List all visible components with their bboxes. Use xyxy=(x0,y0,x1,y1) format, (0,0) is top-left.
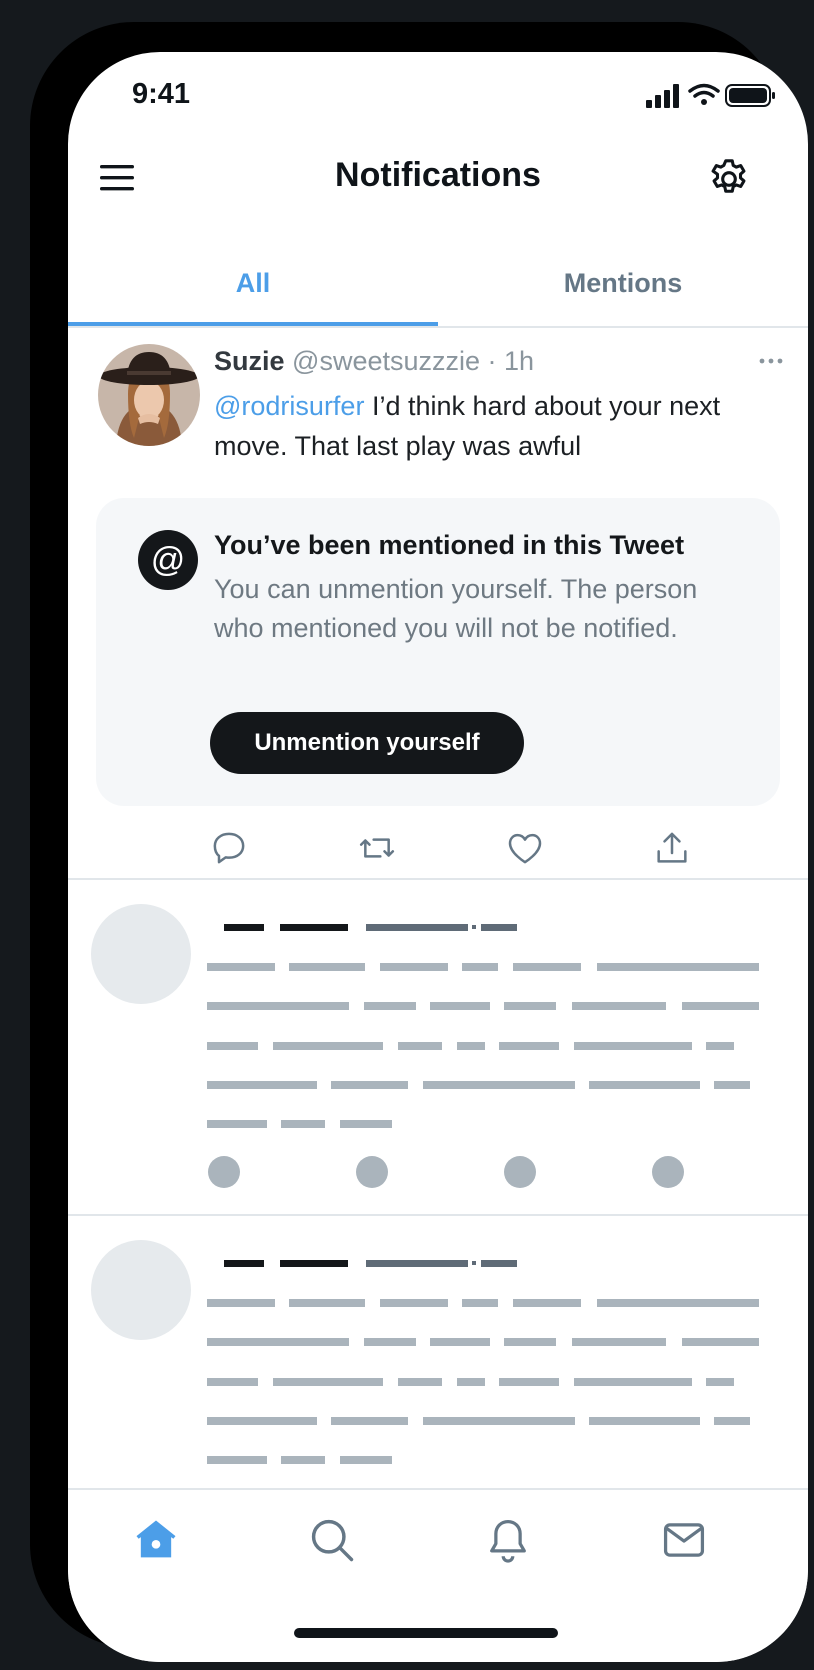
share-button[interactable] xyxy=(652,828,692,868)
tab-bar: All Mentions xyxy=(68,242,808,328)
skeleton-tweet-1 xyxy=(91,904,759,1188)
mention-card-text: You can unmention yourself. The person w… xyxy=(214,574,698,643)
page-title: Notifications xyxy=(335,156,541,194)
status-time: 9:41 xyxy=(132,78,191,110)
like-button[interactable] xyxy=(505,828,545,868)
avatar[interactable] xyxy=(98,344,200,446)
reply-button[interactable] xyxy=(209,828,249,868)
wifi-icon xyxy=(688,83,720,105)
signal-icon xyxy=(646,84,679,108)
battery-icon xyxy=(725,84,775,107)
home-icon xyxy=(136,1520,176,1558)
at-icon: @ xyxy=(138,530,198,590)
unmention-button[interactable]: Unmention yourself xyxy=(210,712,524,774)
retweet-button[interactable] xyxy=(357,828,397,868)
phone-frame: 9:41 Notifications All Mentions Suzie @s… xyxy=(30,22,808,1662)
share-icon xyxy=(657,832,687,863)
tweet-header: Suzie @sweetsuzzzie · 1h xyxy=(214,346,534,377)
settings-button[interactable] xyxy=(706,156,752,202)
gear-icon xyxy=(711,159,746,193)
more-button[interactable] xyxy=(756,346,786,376)
mention-card-title: You’ve been mentioned in this Tweet xyxy=(214,530,685,560)
notifications-icon xyxy=(490,1519,526,1563)
tweet[interactable]: Suzie @sweetsuzzzie · 1h @rodrisurfer I’… xyxy=(68,328,808,880)
nav-search[interactable] xyxy=(306,1514,358,1566)
mention-notice-card: @ You’ve been mentioned in this Tweet Yo… xyxy=(96,498,780,806)
avatar-image xyxy=(98,344,200,446)
reply-icon xyxy=(213,832,245,864)
bottom-nav xyxy=(68,1488,808,1662)
nav-notifications[interactable] xyxy=(482,1514,534,1566)
like-icon xyxy=(508,833,542,864)
nav-messages[interactable] xyxy=(658,1514,710,1566)
tweet-actions xyxy=(68,828,808,868)
home-indicator xyxy=(294,1628,558,1638)
more-icon xyxy=(759,358,783,364)
messages-icon xyxy=(663,1523,705,1557)
author-name[interactable]: Suzie xyxy=(214,346,285,376)
nav-home[interactable] xyxy=(130,1514,182,1566)
author-meta: @sweetsuzzzie · 1h xyxy=(292,346,535,376)
search-icon xyxy=(311,1519,354,1562)
tab-mentions[interactable]: Mentions xyxy=(438,242,808,324)
retweet-icon xyxy=(359,838,395,858)
loading-placeholder xyxy=(68,880,808,1216)
mention-link[interactable]: @rodrisurfer xyxy=(214,391,364,421)
status-icons xyxy=(646,83,775,108)
tweet-text: @rodrisurfer I’d think hard about your n… xyxy=(214,386,774,466)
screen: 9:41 Notifications All Mentions Suzie @s… xyxy=(68,52,808,1662)
tab-all[interactable]: All xyxy=(68,242,438,326)
